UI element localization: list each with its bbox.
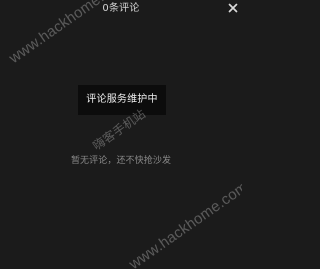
comments-screen: 0条评论 评论服务维护中 暂无评论，还不快抢沙发 www.hackhome.co…	[0, 0, 242, 269]
empty-comments-message: 暂无评论，还不快抢沙发	[70, 156, 172, 166]
toast-message: 评论服务维护中	[86, 94, 158, 105]
watermark-text: www.hackhome.com	[126, 178, 242, 269]
comments-header: 0条评论	[0, 0, 242, 20]
close-icon	[228, 3, 238, 13]
close-button[interactable]	[226, 1, 240, 15]
service-maintenance-toast: 评论服务维护中	[78, 85, 166, 115]
comment-count-title: 0条评论	[102, 3, 140, 14]
